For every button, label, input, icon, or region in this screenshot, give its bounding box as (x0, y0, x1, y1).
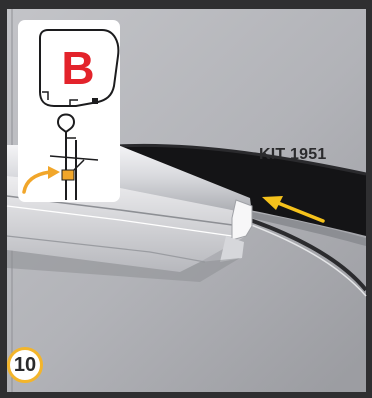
instruction-image: B KIT 1951 10 (0, 0, 372, 398)
profile-letter: B (61, 42, 94, 94)
step-number-badge: 10 (7, 347, 43, 383)
kit-label: KIT 1951 (259, 146, 327, 163)
profile-diagram: B (22, 29, 120, 200)
diagram-inset: B (18, 20, 120, 202)
